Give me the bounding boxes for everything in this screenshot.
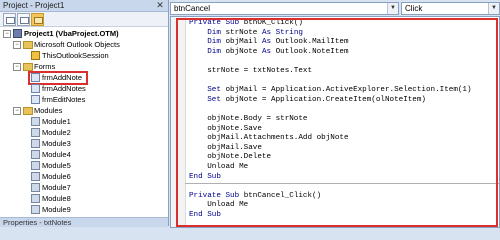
project-tree: − Project1 (VbaProject.OTM) − Microsoft … xyxy=(0,27,167,217)
module-icon xyxy=(31,183,40,192)
project-explorer-title: Project - Project1 xyxy=(3,1,65,10)
tree-label-module: Module1 xyxy=(42,117,71,126)
chevron-down-icon[interactable]: ▼ xyxy=(488,3,499,14)
tree-label-module: Module2 xyxy=(42,128,71,137)
tree-label-module: Module4 xyxy=(42,150,71,159)
module-icon xyxy=(31,194,40,203)
collapse-icon[interactable]: − xyxy=(13,41,21,49)
module-icon xyxy=(31,205,40,214)
highlight-box xyxy=(28,71,88,85)
folder-icon xyxy=(23,41,33,49)
module-icon xyxy=(31,150,40,159)
tree-label-form: frmEditNotes xyxy=(42,95,86,104)
folder-icon xyxy=(23,63,33,71)
project-explorer-titlebar: Project - Project1 ✕ xyxy=(0,0,168,12)
tree-label-session: ThisOutlookSession xyxy=(42,51,109,60)
view-code-button[interactable] xyxy=(3,13,16,26)
code-editor[interactable]: Private Sub btnOK_Click() Dim strNote As… xyxy=(170,16,500,228)
collapse-icon[interactable]: − xyxy=(13,63,21,71)
tree-label-module: Module6 xyxy=(42,172,71,181)
tree-label-outlook-objects: Microsoft Outlook Objects xyxy=(34,40,120,49)
view-object-icon xyxy=(20,17,29,24)
outlook-session-icon xyxy=(31,51,40,60)
tree-label-project: Project1 (VbaProject.OTM) xyxy=(24,29,119,38)
module-icon xyxy=(31,139,40,148)
view-object-button[interactable] xyxy=(17,13,30,26)
module-icon xyxy=(31,117,40,126)
view-code-icon xyxy=(6,17,15,24)
tree-label-module: Module9 xyxy=(42,205,71,214)
procedure-dropdown[interactable]: Click ▼ xyxy=(401,2,500,15)
collapse-icon[interactable]: − xyxy=(3,30,11,38)
folder-icon xyxy=(34,17,43,24)
tree-label-module: Module8 xyxy=(42,194,71,203)
properties-title: Properties - txtNotes xyxy=(3,218,72,227)
tree-label-module: Module3 xyxy=(42,139,71,148)
object-dropdown-value: btnCancel xyxy=(174,4,211,13)
tree-label-module: Module7 xyxy=(42,183,71,192)
collapse-icon[interactable]: − xyxy=(13,107,21,115)
toggle-folders-button[interactable] xyxy=(31,13,44,26)
chevron-down-icon[interactable]: ▼ xyxy=(387,3,398,14)
tree-label-modules: Modules xyxy=(34,106,63,115)
project-icon xyxy=(13,29,22,38)
properties-titlebar: Properties - txtNotes xyxy=(0,217,168,227)
module-icon xyxy=(31,161,40,170)
highlight-box xyxy=(176,18,498,227)
module-icon xyxy=(31,172,40,181)
tree-label-forms: Forms xyxy=(34,62,56,71)
tree-label-module: Module5 xyxy=(42,161,71,170)
procedure-dropdown-value: Click xyxy=(405,4,423,13)
close-icon[interactable]: ✕ xyxy=(155,0,165,10)
code-window: btnCancel ▼ Click ▼ Private Sub btnOK_Cl… xyxy=(170,0,500,228)
form-icon xyxy=(31,84,40,93)
module-icon xyxy=(31,128,40,137)
project-explorer-panel: Project - Project1 ✕ − Project1 (VbaProj… xyxy=(0,0,169,227)
tree-label-form: frmAddNotes xyxy=(42,84,86,93)
form-icon xyxy=(31,95,40,104)
folder-icon xyxy=(23,107,33,115)
object-dropdown[interactable]: btnCancel ▼ xyxy=(170,2,399,15)
project-explorer-toolbar xyxy=(0,12,168,27)
